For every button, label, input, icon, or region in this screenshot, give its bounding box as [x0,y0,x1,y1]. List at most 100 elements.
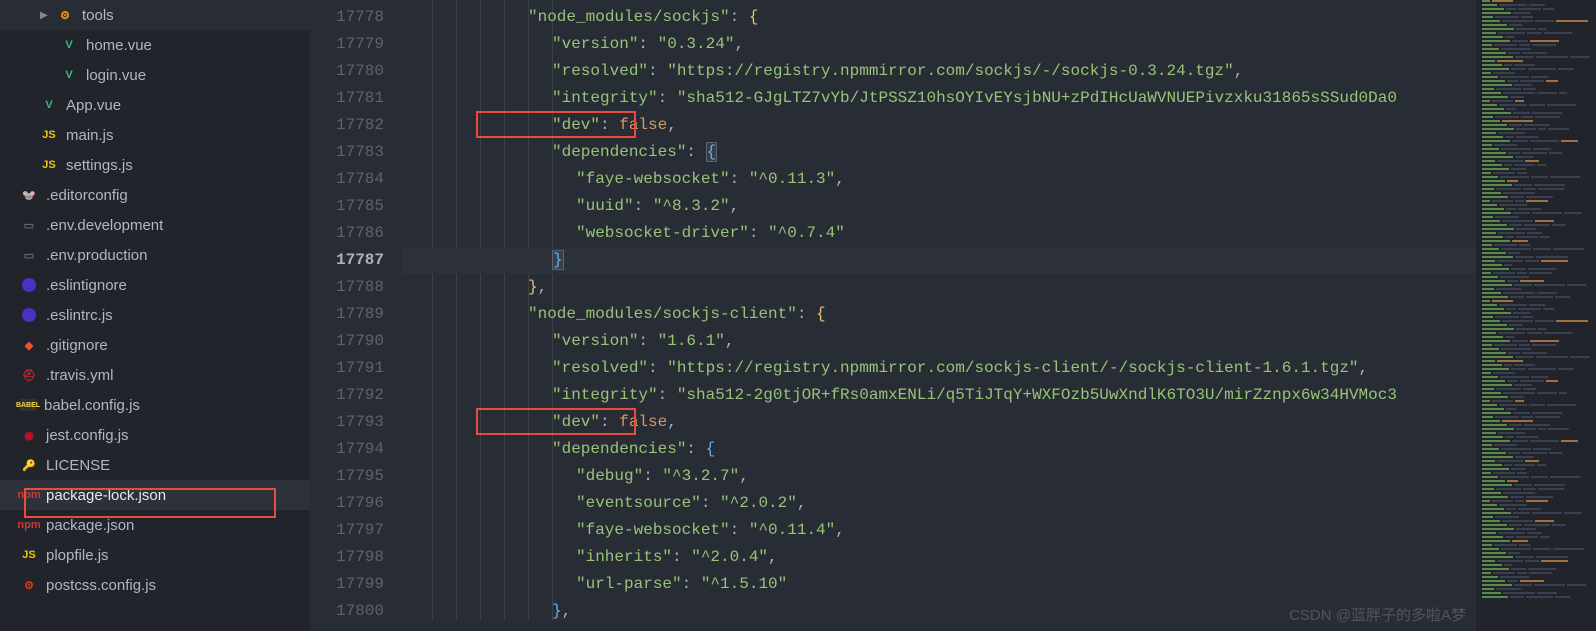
file-item--gitignore[interactable]: ◆.gitignore [0,330,310,360]
postcss-icon: ⚙ [20,576,38,594]
code-line[interactable]: "websocket-driver": "^0.7.4" [402,220,1476,247]
line-number: 17790 [310,328,384,355]
file-item-package-json[interactable]: npmpackage.json [0,510,310,540]
file-item--env-development[interactable]: ▭.env.development [0,210,310,240]
line-number: 17788 [310,274,384,301]
file-label: settings.js [66,157,133,174]
token-punc: : [600,116,619,134]
token-punc: : [672,548,691,566]
file-item-settings-js[interactable]: JSsettings.js [0,150,310,180]
eslint-icon [20,276,38,294]
token-brace-b: } [552,250,564,270]
code-line[interactable]: "faye-websocket": "^0.11.4", [402,517,1476,544]
file-label: .travis.yml [46,367,114,384]
file-label: babel.config.js [44,397,140,414]
file-item--eslintrc-js[interactable]: .eslintrc.js [0,300,310,330]
code-line[interactable]: "eventsource": "^2.0.2", [402,490,1476,517]
code-line[interactable]: "node_modules/sockjs-client": { [402,301,1476,328]
line-number: 17782 [310,112,384,139]
token-punc: : [634,197,653,215]
license-icon: 🔑 [20,456,38,474]
file-item-login-vue[interactable]: Vlogin.vue [0,60,310,90]
file-label: login.vue [86,67,146,84]
token-str: "^0.11.3" [749,170,835,188]
line-number: 17787 [310,247,384,274]
token-key: "faye-websocket" [576,170,730,188]
file-label: .gitignore [46,337,108,354]
token-key: "dev" [552,116,600,134]
file-label: plopfile.js [46,547,109,564]
token-punc: , [725,332,735,350]
token-key: "inherits" [576,548,672,566]
file-item--editorconfig[interactable]: 🐭.editorconfig [0,180,310,210]
vue-icon: V [60,36,78,54]
code-line[interactable]: "resolved": "https://registry.npmmirror.… [402,58,1476,85]
code-line[interactable]: "version": "0.3.24", [402,31,1476,58]
line-number: 17793 [310,409,384,436]
code-line[interactable]: }, [402,274,1476,301]
code-line[interactable]: "dependencies": { [402,139,1476,166]
code-line[interactable]: "uuid": "^8.3.2", [402,193,1476,220]
file-item-plopfile-js[interactable]: JSplopfile.js [0,540,310,570]
token-brace-b: { [706,142,718,162]
token-key: "dev" [552,413,600,431]
code-line[interactable]: "resolved": "https://registry.npmmirror.… [402,355,1476,382]
token-punc: , [1359,359,1369,377]
file-item-App-vue[interactable]: VApp.vue [0,90,310,120]
code-line[interactable]: "url-parse": "^1.5.10" [402,571,1476,598]
code-line[interactable]: "inherits": "^2.0.4", [402,544,1476,571]
npm-icon: npm [20,486,38,504]
token-punc: , [1234,62,1244,80]
file-label: .eslintignore [46,277,127,294]
file-item-main-js[interactable]: JSmain.js [0,120,310,150]
code-line[interactable]: "dev": false, [402,409,1476,436]
file-item-package-lock-json[interactable]: npm package-lock.json [0,480,310,510]
minimap[interactable] [1476,0,1596,631]
token-key: "debug" [576,467,643,485]
file-label: package-lock.json [46,487,166,504]
token-punc: , [538,278,548,296]
token-punc: : [749,224,768,242]
file-item--travis-yml[interactable]: ⛑.travis.yml [0,360,310,390]
token-punc: , [835,170,845,188]
code-content[interactable]: "node_modules/sockjs": {"version": "0.3.… [402,0,1476,631]
line-number: 17791 [310,355,384,382]
file-item-tools[interactable]: ▶⚙︎tools [0,0,310,30]
token-punc: : [648,62,667,80]
token-brace-y: } [528,278,538,296]
code-line[interactable]: "integrity": "sha512-GJgLTZ7vYb/JtPSSZ10… [402,85,1476,112]
token-str: "^8.3.2" [653,197,730,215]
file-item-jest-config-js[interactable]: ◉jest.config.js [0,420,310,450]
token-punc: : [797,305,816,323]
code-line[interactable]: "dev": false, [402,112,1476,139]
token-punc: , [768,548,778,566]
token-punc: , [734,35,744,53]
code-line[interactable]: "debug": "^3.2.7", [402,463,1476,490]
code-line[interactable]: "version": "1.6.1", [402,328,1476,355]
line-number: 17783 [310,139,384,166]
file-item-LICENSE[interactable]: 🔑LICENSE [0,450,310,480]
code-line[interactable]: "integrity": "sha512-2g0tjOR+fRs0amxENLi… [402,382,1476,409]
file-item-home-vue[interactable]: Vhome.vue [0,30,310,60]
env-icon: ▭ [20,246,38,264]
line-number: 17796 [310,490,384,517]
token-punc: , [730,197,740,215]
code-line[interactable]: "faye-websocket": "^0.11.3", [402,166,1476,193]
token-str: "^3.2.7" [662,467,739,485]
code-line[interactable]: } [402,247,1476,274]
token-bool: false [619,116,667,134]
line-number: 17795 [310,463,384,490]
code-line[interactable]: "dependencies": { [402,436,1476,463]
file-item-postcss-config-js[interactable]: ⚙postcss.config.js [0,570,310,600]
line-number: 17781 [310,85,384,112]
file-explorer[interactable]: ▶⚙︎toolsVhome.vueVlogin.vueVApp.vueJSmai… [0,0,310,631]
file-label: .eslintrc.js [46,307,113,324]
token-key: "dependencies" [552,440,686,458]
file-item-babel-config-js[interactable]: BABELbabel.config.js [0,390,310,420]
token-key: "url-parse" [576,575,682,593]
chevron-icon: ▶ [40,10,52,21]
token-punc: : [643,467,662,485]
file-item--eslintignore[interactable]: .eslintignore [0,270,310,300]
code-line[interactable]: "node_modules/sockjs": { [402,4,1476,31]
file-item--env-production[interactable]: ▭.env.production [0,240,310,270]
